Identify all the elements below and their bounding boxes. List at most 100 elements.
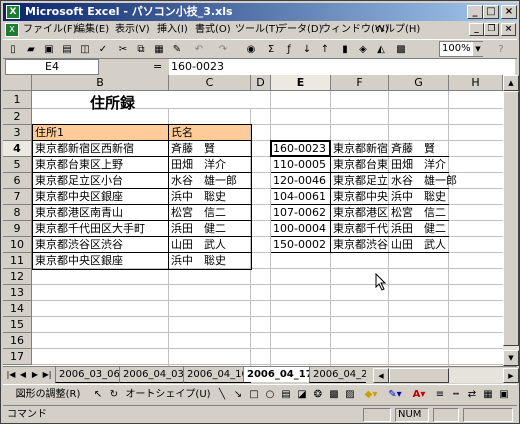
column-header-d[interactable]: D (251, 75, 271, 91)
result-cell[interactable]: 104-0061 (271, 189, 330, 204)
row-header[interactable]: 8 (3, 205, 32, 221)
scroll-down-icon[interactable]: ▼ (503, 350, 519, 366)
next-sheet-icon[interactable]: ▶ (29, 368, 41, 382)
diagram-icon[interactable]: ❂ (311, 387, 325, 403)
rectangle-icon[interactable]: □ (247, 387, 261, 403)
row-header[interactable]: 17 (3, 349, 32, 365)
chart-wizard-icon[interactable]: ▮ (337, 42, 353, 57)
row-header[interactable]: 14 (3, 301, 32, 317)
vertical-scrollbar[interactable]: ▲ ▼ (503, 75, 519, 366)
result-cell[interactable]: 東京都港区 (331, 205, 388, 220)
menu-format[interactable]: 書式(O) (195, 23, 231, 37)
result-cell[interactable]: 100-0004 (271, 221, 330, 236)
result-cell[interactable]: 東京都新宿 (331, 141, 388, 156)
active-cell-selection[interactable] (270, 140, 331, 157)
help-icon[interactable]: ? (493, 42, 509, 57)
menu-view[interactable]: 表示(V) (115, 23, 150, 37)
picture-icon[interactable]: ▩ (393, 42, 409, 57)
row-header[interactable]: 10 (3, 237, 32, 253)
result-cell[interactable]: 東京都足立 (331, 173, 388, 188)
select-all-corner[interactable] (3, 75, 32, 91)
row-header[interactable]: 4 (3, 141, 32, 157)
tab-2006-04-10[interactable]: 2006_04_10 (183, 367, 251, 383)
row-header[interactable]: 5 (3, 157, 32, 173)
prev-sheet-icon[interactable]: ◀ (17, 368, 29, 382)
wordart-icon[interactable]: ◪ (295, 387, 309, 403)
row-header[interactable]: 16 (3, 333, 32, 349)
workbook-icon[interactable]: X (5, 23, 19, 37)
picture-insert-icon[interactable]: ▨ (343, 387, 357, 403)
tab-2006-04-17[interactable]: 2006_04_17 (243, 367, 316, 382)
menu-tools[interactable]: ツール(T) (235, 23, 279, 37)
open-icon[interactable]: ▰ (23, 42, 39, 57)
line-color-icon[interactable]: ✎▾ (385, 387, 405, 403)
doc-minimize-button[interactable]: _ (469, 23, 484, 36)
sort-ascending-icon[interactable]: ↓ (299, 42, 315, 57)
result-cell[interactable]: 120-0046 (271, 173, 330, 188)
line-style-icon[interactable]: ≡ (433, 387, 447, 403)
new-icon[interactable]: ▯ (5, 42, 21, 57)
font-color-icon[interactable]: A▾ (409, 387, 429, 403)
row-header[interactable]: 6 (3, 173, 32, 189)
dash-style-icon[interactable]: ┅ (449, 387, 463, 403)
result-cell[interactable]: 150-0002 (271, 237, 330, 252)
row-header[interactable]: 12 (3, 269, 32, 285)
copy-icon[interactable]: ⧉ (133, 42, 149, 57)
autoshape-menu-button[interactable]: オートシェイプ(U) (125, 387, 211, 403)
horizontal-scroll-thumb[interactable] (389, 368, 449, 383)
row-header[interactable]: 2 (3, 109, 32, 125)
undo-icon[interactable]: ↶ (191, 42, 207, 57)
scroll-right-icon[interactable]: ▶ (503, 368, 519, 383)
sort-descending-icon[interactable]: ↑ (317, 42, 333, 57)
maximize-button[interactable]: □ (483, 5, 499, 19)
shadow-icon[interactable]: ▦ (481, 387, 495, 403)
column-header-f[interactable]: F (331, 75, 389, 91)
free-rotate-icon[interactable]: ↻ (107, 387, 121, 403)
print-icon[interactable]: ▤ (59, 42, 75, 57)
column-header-e[interactable]: E (271, 75, 331, 91)
result-cell[interactable]: 浜田 健二 (389, 221, 448, 236)
column-header-h[interactable]: H (449, 75, 503, 91)
doc-restore-button[interactable]: ❐ (484, 23, 499, 36)
oval-icon[interactable]: ○ (263, 387, 277, 403)
format-painter-icon[interactable]: ✎ (169, 42, 185, 57)
column-header-g[interactable]: G (389, 75, 449, 91)
result-cell[interactable]: 水谷 雄一郎 (389, 173, 457, 188)
chevron-down-icon[interactable]: ▼ (473, 42, 483, 56)
menu-edit[interactable]: 編集(E) (75, 23, 109, 37)
row-header[interactable]: 3 (3, 125, 32, 141)
horizontal-scrollbar[interactable]: ◀ ▶ (373, 368, 519, 383)
result-cell[interactable]: 東京都渋谷 (331, 237, 388, 252)
formula-input[interactable]: 160-0023 (169, 59, 515, 75)
row-header[interactable]: 9 (3, 221, 32, 237)
menu-data[interactable]: データ(D) (277, 23, 323, 37)
result-cell[interactable]: 東京都台東 (331, 157, 388, 172)
tab-2006-04-24[interactable]: 2006_04_24 (309, 367, 366, 383)
row-header[interactable]: 15 (3, 317, 32, 333)
fill-color-icon[interactable]: ◆▾ (361, 387, 381, 403)
arrow-style-icon[interactable]: ⇄ (465, 387, 479, 403)
draw-menu-button[interactable]: 図形の調整(R) (7, 387, 89, 403)
result-cell[interactable]: 東京都中央 (331, 189, 388, 204)
paste-icon[interactable]: ▦ (151, 42, 167, 57)
column-header-b[interactable]: B (32, 75, 169, 91)
scroll-up-icon[interactable]: ▲ (503, 75, 519, 91)
save-icon[interactable]: ▣ (41, 42, 57, 57)
vertical-scroll-thumb[interactable] (503, 91, 519, 346)
menu-file[interactable]: ファイル(F) (23, 23, 77, 37)
redo-icon[interactable]: ↷ (215, 42, 231, 57)
textbox-icon[interactable]: ▤ (279, 387, 293, 403)
map-icon[interactable]: ◈ (355, 42, 371, 57)
menu-insert[interactable]: 挿入(I) (157, 23, 188, 37)
worksheet-grid[interactable]: B C D E F G H 1 2 3 4 5 6 7 8 9 10 11 12… (3, 75, 503, 366)
minimize-button[interactable]: _ (467, 5, 483, 19)
tab-2006-04-03[interactable]: 2006_04_03 (119, 367, 187, 383)
hyperlink-icon[interactable]: ◉ (243, 42, 259, 57)
tab-2006-03-06[interactable]: 2006_03_06 (55, 367, 123, 383)
menu-help[interactable]: ヘルプ(H) (375, 23, 420, 37)
result-cell[interactable]: 浜中 聡史 (389, 189, 448, 204)
formula-equals-sign[interactable]: = (153, 59, 165, 75)
result-cell[interactable]: 107-0062 (271, 205, 330, 220)
result-cell[interactable]: 山田 武人 (389, 237, 448, 252)
excel-app-icon[interactable]: X (6, 5, 20, 19)
